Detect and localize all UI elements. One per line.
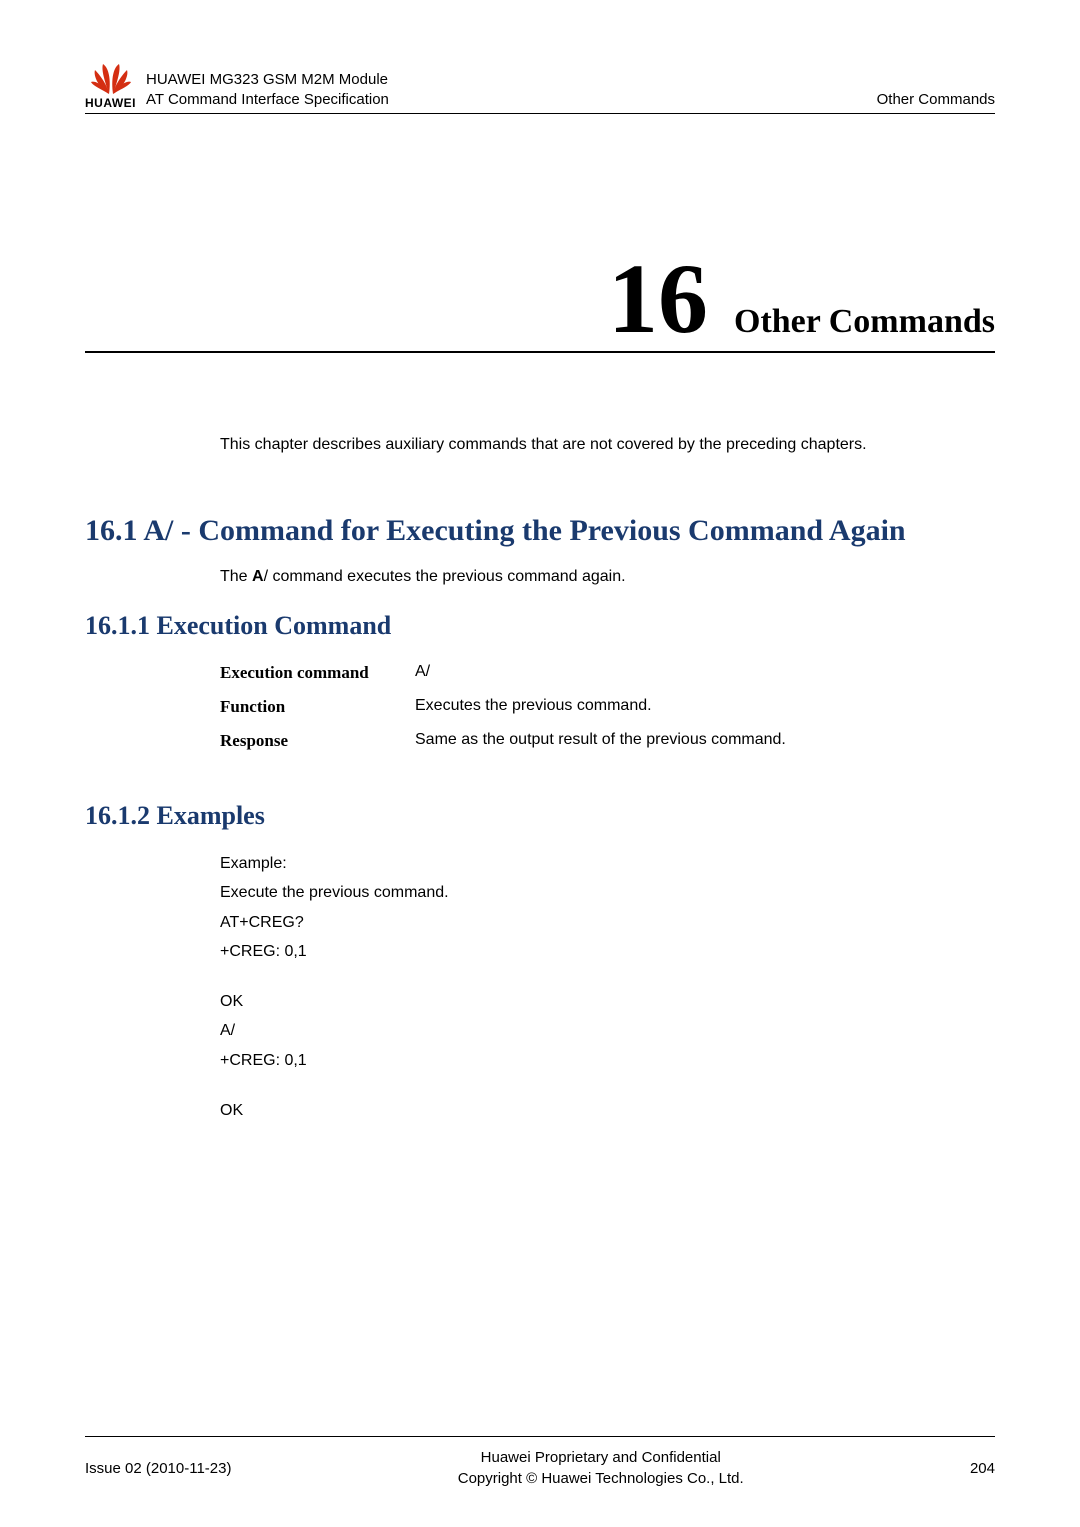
row-label: Function [220, 697, 415, 717]
example-line: A/ [220, 1016, 995, 1046]
desc-prefix: The [220, 568, 252, 585]
table-row: Function Executes the previous command. [220, 697, 995, 717]
row-label: Execution command [220, 663, 415, 683]
chapter-heading: 16 Other Commands [85, 249, 995, 353]
footer-copyright: Copyright © Huawei Technologies Co., Ltd… [231, 1468, 969, 1489]
header-title-line2: AT Command Interface Specification [146, 90, 877, 110]
footer-confidential: Huawei Proprietary and Confidential [231, 1447, 969, 1468]
example-line: Execute the previous command. [220, 878, 995, 908]
header-title-line1: HUAWEI MG323 GSM M2M Module [146, 70, 877, 90]
header-titles: HUAWEI MG323 GSM M2M Module AT Command I… [146, 70, 877, 111]
example-line: AT+CREG? [220, 908, 995, 938]
section-16-1-2-heading: 16.1.2 Examples [85, 801, 995, 831]
desc-bold: A [252, 568, 264, 585]
footer-center: Huawei Proprietary and Confidential Copy… [231, 1447, 969, 1489]
footer-issue: Issue 02 (2010-11-23) [85, 1460, 231, 1477]
examples-block: Example: Execute the previous command. A… [220, 849, 995, 1126]
chapter-number: 16 [608, 249, 708, 349]
example-blank [220, 1076, 995, 1096]
chapter-title: Other Commands [734, 303, 995, 341]
page-header: HUAWEI HUAWEI MG323 GSM M2M Module AT Co… [85, 60, 995, 114]
section-16-1-1-heading: 16.1.1 Execution Command [85, 611, 995, 641]
brand-logo: HUAWEI [85, 60, 136, 110]
row-value: Same as the output result of the previou… [415, 731, 786, 751]
page-number: 204 [970, 1460, 995, 1477]
example-line: +CREG: 0,1 [220, 937, 995, 967]
row-label: Response [220, 731, 415, 751]
huawei-petal-icon [89, 60, 133, 96]
desc-suffix: / command executes the previous command … [264, 568, 626, 585]
section-16-1-desc: The A/ command executes the previous com… [220, 568, 995, 586]
table-row: Execution command A/ [220, 663, 995, 683]
example-line: OK [220, 987, 995, 1017]
logo-text: HUAWEI [85, 96, 136, 110]
example-line: OK [220, 1096, 995, 1126]
example-blank [220, 967, 995, 987]
row-value: Executes the previous command. [415, 697, 652, 717]
table-row: Response Same as the output result of th… [220, 731, 995, 751]
example-line: +CREG: 0,1 [220, 1046, 995, 1076]
page-footer: Issue 02 (2010-11-23) Huawei Proprietary… [85, 1436, 995, 1489]
section-16-1-heading: 16.1 A/ - Command for Executing the Prev… [85, 512, 995, 550]
chapter-intro: This chapter describes auxiliary command… [220, 433, 995, 457]
row-value: A/ [415, 663, 430, 683]
execution-command-table: Execution command A/ Function Executes t… [220, 663, 995, 751]
header-section-label: Other Commands [877, 91, 995, 110]
example-line: Example: [220, 849, 995, 879]
